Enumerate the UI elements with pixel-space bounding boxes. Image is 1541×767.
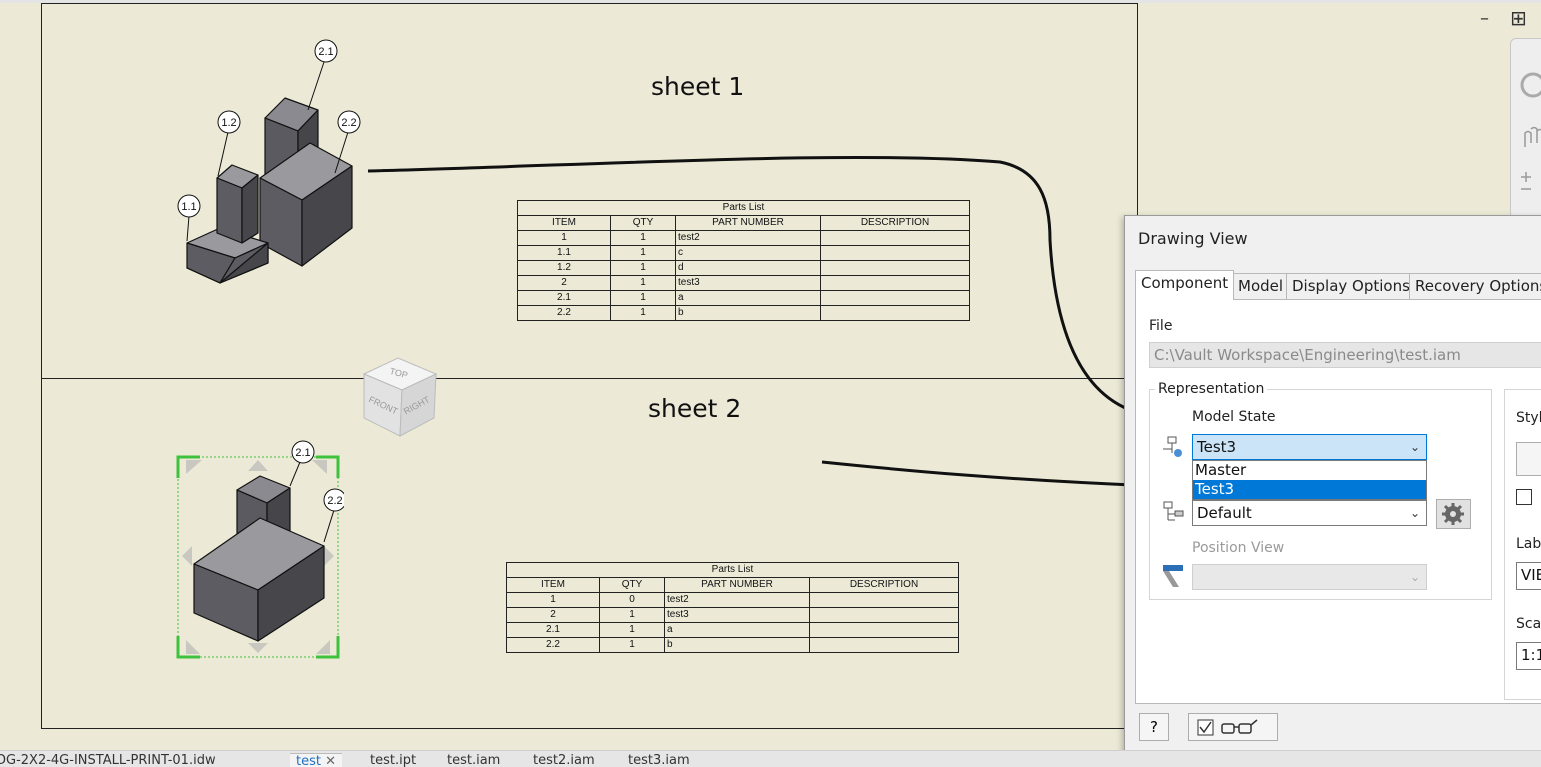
- view-cube[interactable]: TOP FRONT RIGHT: [358, 352, 442, 442]
- parts-list-sheet2[interactable]: Parts List ITEM QTY PART NUMBER DESCRIPT…: [506, 562, 959, 653]
- navigation-bar: [1510, 38, 1541, 230]
- help-button[interactable]: ?: [1139, 713, 1169, 741]
- model-state-icon: [1163, 436, 1182, 457]
- table-row: 1.2 1 d: [517, 260, 970, 276]
- help-label: ?: [1150, 718, 1158, 736]
- model-state-value: Test3: [1197, 438, 1237, 456]
- col-qty: QTY: [599, 577, 665, 593]
- model-state-dropdown[interactable]: Test3 ⌄: [1192, 434, 1427, 460]
- balloon-label: 1.2: [221, 117, 236, 129]
- doc-tab-test-iam[interactable]: test.iam: [447, 753, 500, 767]
- col-description: DESCRIPTION: [809, 577, 959, 593]
- style-button[interactable]: [1516, 442, 1541, 476]
- balloon-label: 2.2: [327, 495, 342, 507]
- chevron-down-icon: ⌄: [1409, 506, 1420, 520]
- scale-label: Scal: [1516, 616, 1541, 632]
- sheet1-assembly-view[interactable]: 2.1 1.2 2.2 1.1: [170, 38, 370, 288]
- column-front: [216, 177, 243, 244]
- parts-list-title: Parts List: [506, 562, 959, 578]
- option-test3[interactable]: Test3: [1193, 480, 1426, 499]
- balloon-label: 1.1: [181, 201, 196, 213]
- sheet-divider: [41, 378, 1138, 379]
- table-row: 2 1 test3: [517, 275, 970, 291]
- table-row: 2 1 test3: [506, 607, 959, 623]
- position-view-icon: [1163, 565, 1183, 587]
- sheet2-assembly-view[interactable]: 2.1 2.2: [172, 438, 344, 664]
- pan-icon[interactable]: [1524, 126, 1541, 148]
- dialog-title: Drawing View: [1138, 229, 1248, 248]
- chevron-down-icon: ⌄: [1409, 570, 1420, 584]
- col-description: DESCRIPTION: [820, 215, 970, 231]
- model-state-label: Model State: [1192, 409, 1276, 425]
- table-row: 1.1 1 c: [517, 245, 970, 261]
- table-row: 2.2 1 b: [517, 305, 970, 321]
- table-row: 1 1 test2: [517, 230, 970, 246]
- representation-label: Representation: [1155, 381, 1268, 397]
- doc-tab-test-ipt[interactable]: test.ipt: [370, 753, 416, 767]
- drawing-view-dialog: Drawing View Component Model Display Opt…: [1124, 215, 1541, 760]
- tab-component[interactable]: Component: [1135, 270, 1235, 300]
- style-checkbox[interactable]: [1516, 489, 1532, 505]
- full-navigation-wheel-icon[interactable]: [1520, 72, 1541, 98]
- label-label: Labe: [1516, 536, 1541, 552]
- chevron-down-icon: ⌄: [1409, 440, 1420, 454]
- table-row: 2.1 1 a: [517, 290, 970, 306]
- table-row: 2.2 1 b: [506, 637, 959, 653]
- component-tab-panel: File C:\Vault Workspace\Engineering\test…: [1135, 299, 1541, 704]
- tab-display-options[interactable]: Display Options: [1286, 273, 1416, 299]
- tab-recovery-options[interactable]: Recovery Options: [1409, 273, 1541, 299]
- doc-tab-test2-iam[interactable]: test2.iam: [533, 753, 595, 767]
- balloon-label: 2.2: [341, 117, 356, 129]
- doc-tab-idw[interactable]: DG-2X2-4G-INSTALL-PRINT-01.idw: [0, 753, 216, 767]
- design-view-dropdown[interactable]: Default ⌄: [1192, 500, 1427, 526]
- file-path-field[interactable]: C:\Vault Workspace\Engineering\test.iam: [1149, 342, 1541, 368]
- sheet2-title: sheet 2: [648, 394, 742, 423]
- doc-tab-test[interactable]: test ✕: [290, 753, 343, 767]
- doc-tab-test3-iam[interactable]: test3.iam: [628, 753, 690, 767]
- option-master[interactable]: Master: [1193, 461, 1426, 480]
- doc-tab-label: test: [296, 754, 321, 767]
- table-row: 2.1 1 a: [506, 622, 959, 638]
- checkbox-icon[interactable]: [1197, 719, 1214, 736]
- glasses-icon[interactable]: [1221, 719, 1258, 734]
- col-part-number: PART NUMBER: [664, 577, 810, 593]
- style-label: Styl: [1516, 410, 1541, 426]
- position-view-label: Position View: [1192, 540, 1285, 556]
- restore-button[interactable]: ⊞: [1510, 6, 1527, 30]
- design-view-value: Default: [1197, 504, 1252, 522]
- col-item: ITEM: [517, 215, 611, 231]
- gear-icon: [1442, 503, 1464, 525]
- label-input[interactable]: VIE: [1516, 562, 1541, 590]
- design-view-settings-button[interactable]: [1436, 499, 1471, 529]
- parts-list-sheet1[interactable]: Parts List ITEM QTY PART NUMBER DESCRIPT…: [517, 200, 970, 321]
- file-label: File: [1149, 318, 1173, 334]
- model-state-options-list[interactable]: Master Test3: [1192, 460, 1427, 500]
- tab-model[interactable]: Model: [1232, 273, 1290, 299]
- table-row: 1 0 test2: [506, 592, 959, 608]
- design-view-icon: [1163, 501, 1184, 521]
- position-view-dropdown[interactable]: ⌄: [1192, 564, 1427, 590]
- preview-toggle-group: [1188, 713, 1278, 741]
- close-icon[interactable]: ✕: [325, 754, 336, 767]
- scale-input[interactable]: 1:1: [1516, 642, 1541, 670]
- col-qty: QTY: [610, 215, 676, 231]
- zoom-icon[interactable]: [1521, 172, 1531, 190]
- minimize-button[interactable]: –: [1480, 8, 1489, 29]
- sheet1-title: sheet 1: [651, 72, 745, 101]
- balloon-label: 2.1: [295, 447, 310, 459]
- parts-list-title: Parts List: [517, 200, 970, 216]
- balloon-label: 2.1: [318, 46, 333, 58]
- document-tab-bar: DG-2X2-4G-INSTALL-PRINT-01.idw test ✕ te…: [0, 750, 1541, 767]
- col-item: ITEM: [506, 577, 600, 593]
- col-part-number: PART NUMBER: [675, 215, 821, 231]
